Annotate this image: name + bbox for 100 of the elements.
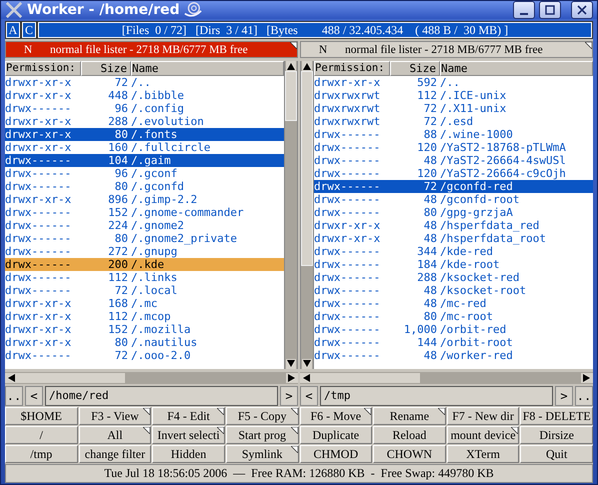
command-button[interactable]: Hidden [152, 445, 225, 463]
file-row[interactable]: drwx------ 48 /mc-red [314, 297, 593, 310]
command-button[interactable]: Dirsize [520, 426, 593, 444]
file-row[interactable]: drwx------ 152 /.gnome-commander [5, 206, 284, 219]
column-header[interactable]: Size [390, 61, 440, 76]
file-row[interactable]: drwx------ 96 /.config [5, 102, 284, 115]
file-row[interactable]: drwx------ 72 /.ooo-2.0 [5, 349, 284, 362]
command-button[interactable]: /tmp [5, 445, 78, 463]
maximize-button[interactable] [539, 1, 561, 19]
column-header[interactable]: Size [81, 61, 131, 76]
column-header[interactable]: Name [131, 61, 284, 76]
file-row[interactable]: drwx------ 88 /.wine-1000 [314, 128, 593, 141]
command-button[interactable]: Start prog [226, 426, 298, 444]
command-button[interactable]: Quit [520, 445, 593, 463]
mode-button[interactable]: A [6, 22, 20, 38]
file-row[interactable]: drwx------ 96 /.gconf [5, 167, 284, 180]
command-button[interactable]: F8 - DELETE [520, 407, 593, 425]
horizontal-scrollbar[interactable] [300, 372, 593, 384]
file-row[interactable]: drwxr-xr-x 80 /.fonts [5, 128, 284, 141]
command-button[interactable]: XTerm [446, 445, 520, 463]
file-row[interactable]: drwx------ 112 /.links [5, 271, 284, 284]
permission-text: drwxr-xr-x [314, 219, 382, 232]
scrollbar-thumb[interactable] [312, 373, 420, 383]
file-row[interactable]: drwxr-xr-x 48 /hsperfdata_root [314, 232, 593, 245]
parent-dir-button[interactable]: .. [5, 386, 23, 406]
file-row[interactable]: drwx------ 80 /.gnome2_private [5, 232, 284, 245]
vertical-scrollbar[interactable] [284, 61, 298, 369]
command-button[interactable]: Symlink [226, 445, 298, 463]
file-row[interactable]: drwx------ 272 /.gnupg [5, 245, 284, 258]
file-row[interactable]: drwx------ 80 /gpg-grzjaA [314, 206, 593, 219]
file-row[interactable]: drwx------ 80 /mc-root [314, 310, 593, 323]
file-row[interactable]: drwxr-xr-x 592 /.. [314, 76, 593, 89]
command-button[interactable]: F5 - Copy [226, 407, 298, 425]
command-button[interactable]: CHOWN [373, 445, 446, 463]
file-row[interactable]: drwx------ 120 /YaST2-18768-pTLWmA [314, 141, 593, 154]
file-row[interactable]: drwxr-xr-x 152 /.mozilla [5, 323, 284, 336]
command-button[interactable]: Rename [373, 407, 446, 425]
column-header[interactable]: Name [440, 61, 593, 76]
scrollbar-thumb[interactable] [17, 373, 125, 383]
scrollbar-thumb[interactable] [285, 71, 297, 121]
back-button[interactable]: < [300, 386, 318, 406]
x-logo-icon [5, 1, 23, 19]
back-button[interactable]: < [25, 386, 43, 406]
path-field[interactable]: /home/red [45, 386, 278, 406]
command-button[interactable]: Duplicate [300, 426, 372, 444]
forward-button[interactable]: > [555, 386, 573, 406]
lister-header[interactable]: N normal file lister - 2718 MB/6777 MB free [5, 41, 298, 58]
command-button[interactable]: / [5, 426, 78, 444]
file-row[interactable]: drwxr-xr-x 896 /.gimp-2.2 [5, 193, 284, 206]
file-row[interactable]: drwx------ 224 /.gnome2 [5, 219, 284, 232]
lister-header[interactable]: N normal file lister - 2718 MB/6777 MB free [300, 41, 593, 58]
mode-button[interactable]: C [22, 22, 36, 38]
file-row[interactable]: drwx------ 144 /orbit-root [314, 336, 593, 349]
file-row[interactable]: drwx------ 48 /gconfd-root [314, 193, 593, 206]
command-button[interactable]: CHMOD [300, 445, 372, 463]
file-row[interactable]: drwxr-xr-x 112 /.mcop [5, 310, 284, 323]
forward-button[interactable]: > [280, 386, 298, 406]
file-row[interactable]: drwxr-xr-x 160 /.fullcircle [5, 141, 284, 154]
file-row[interactable]: drwx------ 48 /YaST2-26664-4swUSl [314, 154, 593, 167]
file-row[interactable]: drwxrwxrwt 72 /.X11-unix [314, 102, 593, 115]
command-button[interactable]: Reload [373, 426, 446, 444]
file-row[interactable]: drwxrwxrwt 72 /.esd [314, 115, 593, 128]
file-row[interactable]: drwx------ 184 /kde-root [314, 258, 593, 271]
file-row[interactable]: drwx------ 120 /YaST2-26664-c9cOjh [314, 167, 593, 180]
file-row[interactable]: drwx------ 48 /worker-red [314, 349, 593, 362]
column-header[interactable]: Permission: [5, 61, 81, 76]
command-button[interactable]: mount device [446, 426, 520, 444]
file-row[interactable]: drwx------ 72 /gconfd-red [314, 180, 593, 193]
file-row[interactable]: drwxr-xr-x 168 /.mc [5, 297, 284, 310]
command-button[interactable]: All [78, 426, 152, 444]
command-button[interactable]: F6 - Move [300, 407, 372, 425]
minimize-button[interactable] [513, 1, 535, 19]
file-row[interactable]: drwx------ 344 /kde-red [314, 245, 593, 258]
file-row[interactable]: drwx------ 1,000 /orbit-red [314, 323, 593, 336]
file-row[interactable]: drwx------ 200 /.kde [5, 258, 284, 271]
command-button[interactable]: Invert selecti [152, 426, 225, 444]
command-button[interactable]: F7 - New dir [446, 407, 520, 425]
column-header[interactable]: Permission: [314, 61, 390, 76]
command-button[interactable]: $HOME [5, 407, 78, 425]
scrollbar-thumb[interactable] [301, 71, 313, 266]
command-button[interactable]: F3 - View [78, 407, 152, 425]
down-arrow-icon [286, 359, 296, 369]
file-row[interactable]: drwx------ 104 /.gaim [5, 154, 284, 167]
path-field[interactable]: /tmp [320, 386, 553, 406]
file-row[interactable]: drwx------ 288 /ksocket-red [314, 271, 593, 284]
file-row[interactable]: drwxr-xr-x 80 /.nautilus [5, 336, 284, 349]
file-row[interactable]: drwxr-xr-x 288 /.evolution [5, 115, 284, 128]
horizontal-scrollbar[interactable] [5, 372, 298, 384]
close-button[interactable] [571, 1, 593, 19]
file-row[interactable]: drwx------ 72 /.local [5, 284, 284, 297]
file-row[interactable]: drwx------ 80 /.gconfd [5, 180, 284, 193]
parent-dir-button[interactable]: .. [575, 386, 593, 406]
vertical-scrollbar[interactable] [300, 61, 314, 369]
file-row[interactable]: drwxr-xr-x 72 /.. [5, 76, 284, 89]
file-row[interactable]: drwxr-xr-x 48 /hsperfdata_red [314, 219, 593, 232]
command-button[interactable]: F4 - Edit [152, 407, 225, 425]
file-row[interactable]: drwx------ 48 /ksocket-root [314, 284, 593, 297]
file-row[interactable]: drwxrwxrwt 112 /.ICE-unix [314, 89, 593, 102]
file-row[interactable]: drwxr-xr-x 448 /.bibble [5, 89, 284, 102]
command-button[interactable]: change filter [78, 445, 152, 463]
